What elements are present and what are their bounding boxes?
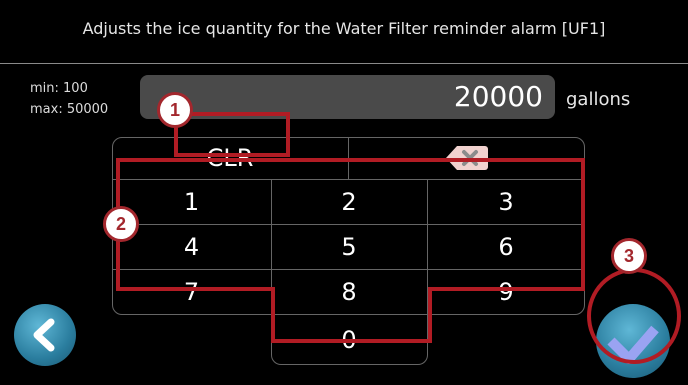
callout-3-badge: 3 <box>611 238 647 274</box>
callout-2-highlight <box>116 158 681 364</box>
callout-2-badge: 2 <box>103 206 139 242</box>
callout-1-badge: 1 <box>157 92 193 128</box>
callout-3-highlight <box>587 268 681 364</box>
